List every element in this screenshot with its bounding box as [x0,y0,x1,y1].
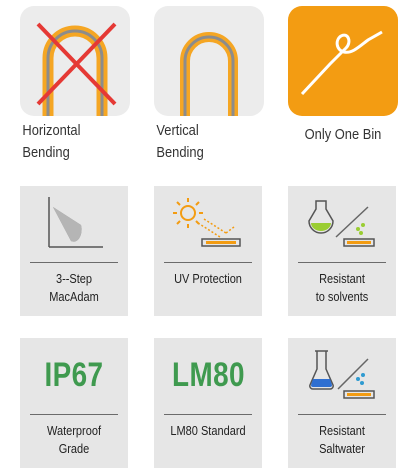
divider [298,414,386,415]
only-one-bin-tile [288,6,398,116]
only-one-bin-label: Only One Bin [304,126,382,143]
macadam-card: 3--Step MacAdam [20,186,128,316]
divider [30,262,118,263]
vertical-bending-icon [180,32,238,116]
vertical-bending-tile [154,6,264,116]
lm80-caption: LM80 Standard [170,424,246,438]
saltwater-caption: Resistant Saltwater [319,424,365,456]
macadam-cone-icon [48,197,103,248]
macadam-caption: 3--Step MacAdam [49,272,99,304]
color-bin-curve-icon [300,30,383,96]
lm80-card: LM80 LM80 Standard [154,338,262,468]
uv-protection-card: UV Protection [154,186,262,316]
ip67-code: IP67 [44,355,104,394]
ip67-card: IP67 Waterproof Grade [20,338,128,468]
horizontal-bending-tile [20,6,130,116]
solvent-flask-icon [308,200,375,247]
divider [298,262,386,263]
solvents-card: Resistant to solvents [288,186,396,316]
sun-uv-icon [173,198,241,247]
divider [164,414,252,415]
uv-protection-caption: UV Protection [174,272,242,286]
lm80-code: LM80 [171,355,245,394]
horizontal-bending-crossed-icon [36,22,117,116]
saltwater-beaker-icon [309,350,375,399]
divider [164,262,252,263]
solvents-caption: Resistant to solvents [315,272,369,304]
horizontal-bending-label: Horizontal Bending [22,122,81,161]
saltwater-card: Resistant Saltwater [288,338,396,468]
waterproof-caption: Waterproof Grade [46,424,102,456]
divider [30,414,118,415]
vertical-bending-label: Vertical Bending [156,122,204,161]
